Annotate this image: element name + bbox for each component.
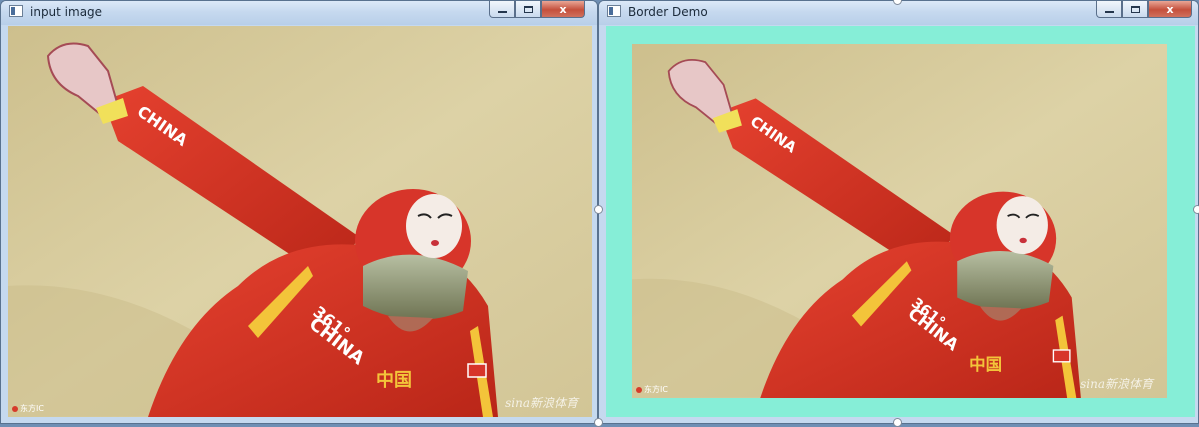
close-button[interactable]: x [541,1,585,18]
minimize-button[interactable] [489,1,515,18]
maximize-icon [1130,5,1140,13]
close-icon: x [559,2,567,16]
border-demo-window: Border Demo x CHINA CHINA 361° 中国 东方IC s… [598,0,1199,424]
window-app-icon [607,5,621,17]
cyclist-photo: CHINA CHINA 361° 中国 东方IC sina新浪体育 [8,26,592,417]
input-image-window: input image x CHINA CHINA 361° 中国 东方IC s… [0,0,598,424]
maximize-icon [523,5,533,13]
window-title: Border Demo [628,5,708,19]
credit-logo-icon [12,405,18,412]
minimize-icon [1104,11,1114,13]
watermark: sina新浪体育 [1080,377,1153,391]
resize-handle[interactable] [594,205,603,214]
cyclist-photo-graphic: CHINA CHINA 361° 中国 [632,44,1167,398]
maximize-button[interactable] [1122,1,1148,18]
photo-credit: 东方IC [636,384,668,395]
resize-handle[interactable] [594,418,603,427]
watermark: sina新浪体育 [505,396,578,410]
bordered-image-canvas: CHINA CHINA 361° 中国 东方IC sina新浪体育 [606,26,1195,417]
emblem-text: 中国 [969,355,1002,374]
minimize-button[interactable] [1096,1,1122,18]
cyclist-photo-graphic: CHINA CHINA 361° 中国 [8,26,592,417]
close-button[interactable]: x [1148,1,1192,18]
credit-logo-icon [636,386,642,393]
emblem-text: 中国 [376,369,412,391]
maximize-button[interactable] [515,1,541,18]
window-title: input image [30,5,103,19]
minimize-icon [497,11,507,13]
close-icon: x [1166,2,1174,16]
title-bar[interactable]: input image x [1,1,597,25]
image-canvas: CHINA CHINA 361° 中国 东方IC sina新浪体育 [8,26,592,417]
resize-handle[interactable] [893,418,902,427]
cyclist-photo: CHINA CHINA 361° 中国 东方IC sina新浪体育 [632,44,1167,398]
resize-handle[interactable] [1193,205,1199,214]
photo-credit: 东方IC [12,403,44,414]
window-app-icon [9,5,23,17]
